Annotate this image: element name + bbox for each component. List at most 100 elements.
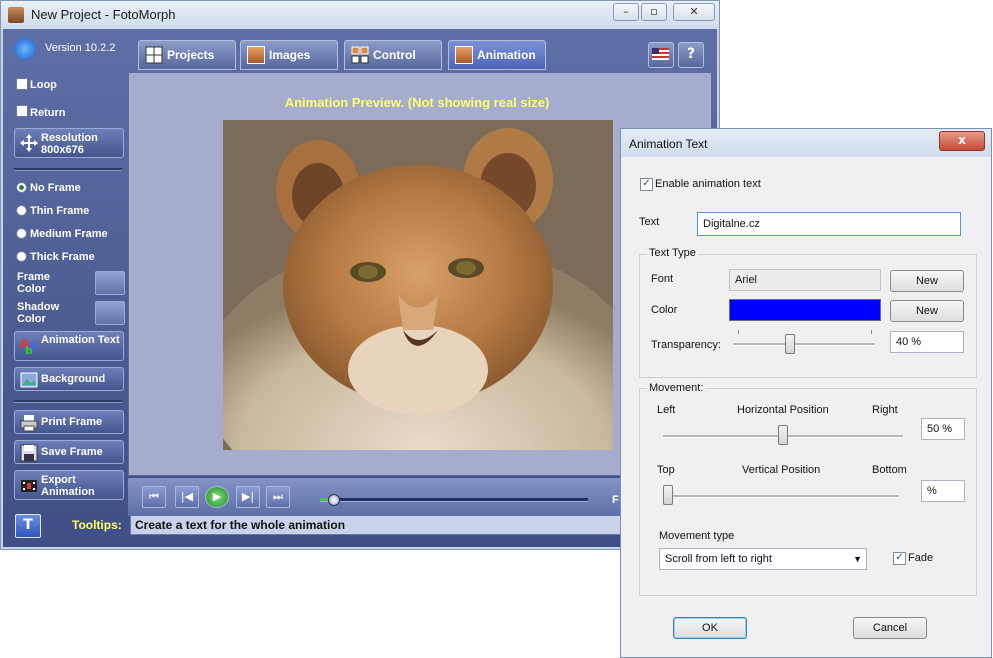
tab-projects[interactable]: Projects xyxy=(138,40,236,70)
fotomorph-logo-icon xyxy=(14,38,36,60)
slider-tick xyxy=(871,330,872,334)
first-frame-icon[interactable]: ⏮ xyxy=(142,486,166,508)
save-icon xyxy=(20,444,38,462)
printer-icon xyxy=(20,415,38,432)
restore-icon[interactable]: ▫ xyxy=(641,3,667,21)
previous-frame-icon[interactable]: |◀ xyxy=(175,486,199,508)
text-color-swatch[interactable] xyxy=(729,299,881,321)
movement-type-label: Movement type xyxy=(659,530,735,542)
projects-icon xyxy=(145,46,163,64)
frame-color-swatch[interactable] xyxy=(95,271,125,295)
fade-checkbox[interactable]: ✓ xyxy=(893,552,906,565)
save-frame-button[interactable]: Save Frame xyxy=(14,440,124,464)
transparency-value[interactable]: 40 % xyxy=(890,331,964,353)
medium-frame-radio[interactable] xyxy=(16,228,27,239)
background-label: Background xyxy=(41,373,106,385)
slider-tick xyxy=(738,330,739,334)
shadow-color-label: Shadow Color xyxy=(17,301,60,325)
last-frame-icon[interactable]: ⏭ xyxy=(266,486,290,508)
no-frame-radio[interactable] xyxy=(16,182,27,193)
loop-checkbox[interactable] xyxy=(16,78,28,90)
tooltips-label: Tooltips: xyxy=(72,518,122,532)
resolution-value: 800x676 xyxy=(41,144,84,156)
horizontal-left-label: Left xyxy=(657,404,676,416)
svg-text:c: c xyxy=(30,339,37,352)
frame-color-label: Frame Color xyxy=(17,271,51,295)
animation-icon xyxy=(455,46,473,64)
help-icon[interactable]: ? xyxy=(678,42,704,68)
export-animation-button[interactable]: Export Animation xyxy=(14,470,124,500)
app-icon xyxy=(8,7,24,23)
text-type-label: Text Type xyxy=(647,247,698,259)
background-icon xyxy=(20,372,38,388)
no-frame-label: No Frame xyxy=(30,182,81,194)
dialog-titlebar[interactable]: Animation Text x xyxy=(621,129,991,157)
preview-image xyxy=(223,120,613,450)
images-icon xyxy=(247,46,265,64)
version-label: Version 10.2.2 xyxy=(45,42,116,54)
transparency-track xyxy=(733,343,875,346)
shadow-color-swatch[interactable] xyxy=(95,301,125,325)
play-icon[interactable]: ▶ xyxy=(205,486,229,508)
enable-text-checkbox[interactable]: ✓ xyxy=(640,178,653,191)
minimize-icon[interactable]: – xyxy=(613,3,639,21)
vertical-top-label: Top xyxy=(657,464,675,476)
window-title: New Project - FotoMorph xyxy=(31,7,176,22)
save-frame-label: Save Frame xyxy=(41,446,103,458)
font-new-button[interactable]: New xyxy=(890,270,964,292)
move-arrows-icon xyxy=(20,134,38,152)
background-button[interactable]: Background xyxy=(14,367,124,391)
animation-text-button[interactable]: Abc Animation Text xyxy=(14,331,124,361)
film-icon xyxy=(21,480,37,492)
return-checkbox[interactable] xyxy=(16,105,28,117)
thin-frame-label: Thin Frame xyxy=(30,205,90,217)
color-label: Color xyxy=(651,304,678,316)
color-new-button[interactable]: New xyxy=(890,300,964,322)
thick-frame-label: Thick Frame xyxy=(30,251,95,263)
ok-button[interactable]: OK xyxy=(673,617,747,639)
thick-frame-radio[interactable] xyxy=(16,251,27,262)
movement-type-value: Scroll from left to right xyxy=(665,553,772,565)
vertical-track xyxy=(663,495,899,498)
lion-photo xyxy=(223,120,613,450)
return-label: Return xyxy=(30,107,66,119)
tab-animation[interactable]: Animation xyxy=(448,40,546,70)
cancel-button[interactable]: Cancel xyxy=(853,617,927,639)
tab-label: Images xyxy=(269,48,311,62)
horizontal-value[interactable]: 50 % xyxy=(921,418,965,440)
vertical-bottom-label: Bottom xyxy=(872,464,907,476)
vertical-position-slider[interactable] xyxy=(663,485,673,505)
tab-control[interactable]: Control xyxy=(344,40,442,70)
movement-type-select[interactable]: Scroll from left to right ▼ xyxy=(659,548,867,570)
resolution-button[interactable]: Resolution 800x676 xyxy=(14,128,124,158)
print-frame-button[interactable]: Print Frame xyxy=(14,410,124,434)
language-button[interactable] xyxy=(648,42,674,68)
next-frame-icon[interactable]: ▶| xyxy=(236,486,260,508)
vertical-value[interactable]: % xyxy=(921,480,965,502)
text-input[interactable]: Digitalne.cz xyxy=(697,212,961,236)
dialog-title: Animation Text xyxy=(629,137,708,151)
animation-text-dialog: Animation Text x ✓ Enable animation text… xyxy=(620,128,992,658)
preview-caption: Animation Preview. (Not showing real siz… xyxy=(284,95,550,110)
tab-label: Animation xyxy=(477,48,536,62)
animation-text-icon: Abc xyxy=(20,337,37,356)
main-titlebar[interactable]: New Project - FotoMorph – ▫ ✕ xyxy=(1,1,719,29)
enable-text-label: Enable animation text xyxy=(655,178,761,190)
font-display: Ariel xyxy=(729,269,881,291)
print-frame-label: Print Frame xyxy=(41,416,103,428)
medium-frame-label: Medium Frame xyxy=(30,228,108,240)
tab-images[interactable]: Images xyxy=(240,40,338,70)
horizontal-position-slider[interactable] xyxy=(778,425,788,445)
tooltip-toggle-icon[interactable]: T xyxy=(15,514,41,538)
thin-frame-radio[interactable] xyxy=(16,205,27,216)
control-icon xyxy=(351,46,369,64)
close-icon[interactable]: ✕ xyxy=(673,3,715,21)
transparency-slider[interactable] xyxy=(784,334,795,354)
horizontal-right-label: Right xyxy=(872,404,898,416)
divider xyxy=(14,400,122,403)
dialog-close-icon[interactable]: x xyxy=(939,131,985,151)
text-label: Text xyxy=(639,216,660,228)
vertical-position-label: Vertical Position xyxy=(742,464,821,476)
resolution-label: Resolution xyxy=(41,132,98,144)
font-label: Font xyxy=(651,273,674,285)
